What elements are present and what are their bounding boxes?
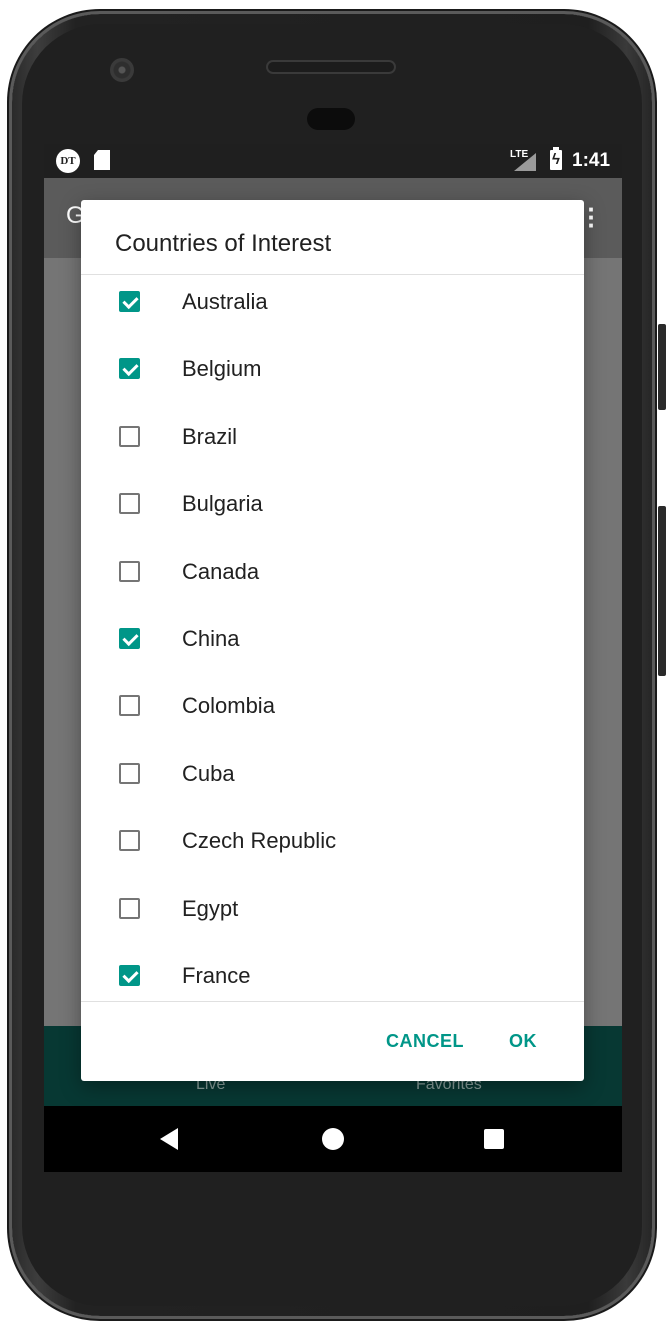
status-time: 1:41 — [572, 150, 611, 171]
front-camera — [110, 58, 134, 82]
volume-button — [658, 324, 666, 410]
list-item-label: France — [182, 963, 251, 988]
list-item-label: Egypt — [182, 895, 239, 921]
back-icon[interactable] — [160, 1128, 178, 1150]
list-item[interactable]: Egypt — [81, 879, 584, 946]
battery-charging-icon: ϟ — [550, 147, 562, 170]
list-item[interactable]: China — [81, 609, 584, 676]
dialog-actions: CANCEL OK — [81, 1001, 584, 1081]
recents-icon[interactable] — [484, 1129, 504, 1149]
list-item[interactable]: Colombia — [81, 676, 584, 743]
network-type: LTE — [510, 149, 529, 160]
list-item[interactable]: Canada — [81, 542, 584, 609]
checkbox-unchecked[interactable] — [119, 425, 140, 447]
list-item-label: Brazil — [182, 423, 238, 449]
cancel-button[interactable]: CANCEL — [386, 1031, 464, 1052]
status-bar: DT LTE ϟ 1:41 — [44, 144, 622, 178]
checkbox-unchecked[interactable] — [119, 695, 140, 717]
list-item-label: Czech Republic — [182, 828, 337, 854]
list-item-label: China — [182, 626, 240, 651]
list-item[interactable]: Brazil — [81, 407, 584, 474]
overflow-menu-icon[interactable]: · · · — [587, 196, 596, 238]
checkbox-unchecked[interactable] — [119, 560, 140, 582]
power-button — [658, 506, 666, 676]
list-item-label: Australia — [182, 289, 268, 314]
list-item[interactable]: Cuba — [81, 744, 584, 811]
home-icon[interactable] — [322, 1128, 344, 1150]
checkbox-checked[interactable] — [119, 965, 140, 986]
checkbox-unchecked[interactable] — [119, 762, 140, 784]
ok-button[interactable]: OK — [509, 1031, 537, 1052]
sd-card-icon — [94, 150, 110, 170]
country-list[interactable]: Australia Belgium Brazil Bulgaria Canada Chin… — [81, 275, 584, 1000]
list-item[interactable]: Bulgaria — [81, 474, 584, 541]
checkbox-unchecked[interactable] — [119, 897, 140, 919]
list-item-label: Colombia — [182, 693, 275, 719]
checkbox-unchecked[interactable] — [119, 830, 140, 852]
list-item-label: Belgium — [182, 356, 262, 382]
checkbox-checked[interactable] — [119, 628, 140, 649]
checkbox-checked[interactable] — [119, 358, 140, 380]
dialog-title: Countries of Interest — [115, 230, 332, 257]
list-item[interactable]: Czech Republic — [81, 811, 584, 878]
list-item-label: Cuba — [182, 760, 235, 786]
list-item[interactable]: Australia — [81, 275, 584, 339]
proximity-sensor — [307, 108, 355, 130]
list-item-label: Bulgaria — [182, 491, 263, 517]
list-item-label: Canada — [182, 558, 260, 584]
checkbox-unchecked[interactable] — [119, 493, 140, 515]
checkbox-checked[interactable] — [119, 291, 140, 312]
countries-dialog: Countries of Interest Australia Belgium Br… — [81, 200, 584, 1081]
list-item[interactable]: France — [81, 946, 584, 1000]
carrier-dt-icon: DT — [56, 149, 80, 173]
system-nav-bar — [44, 1106, 622, 1172]
earpiece-speaker — [266, 60, 396, 74]
list-item[interactable]: Belgium — [81, 339, 584, 406]
